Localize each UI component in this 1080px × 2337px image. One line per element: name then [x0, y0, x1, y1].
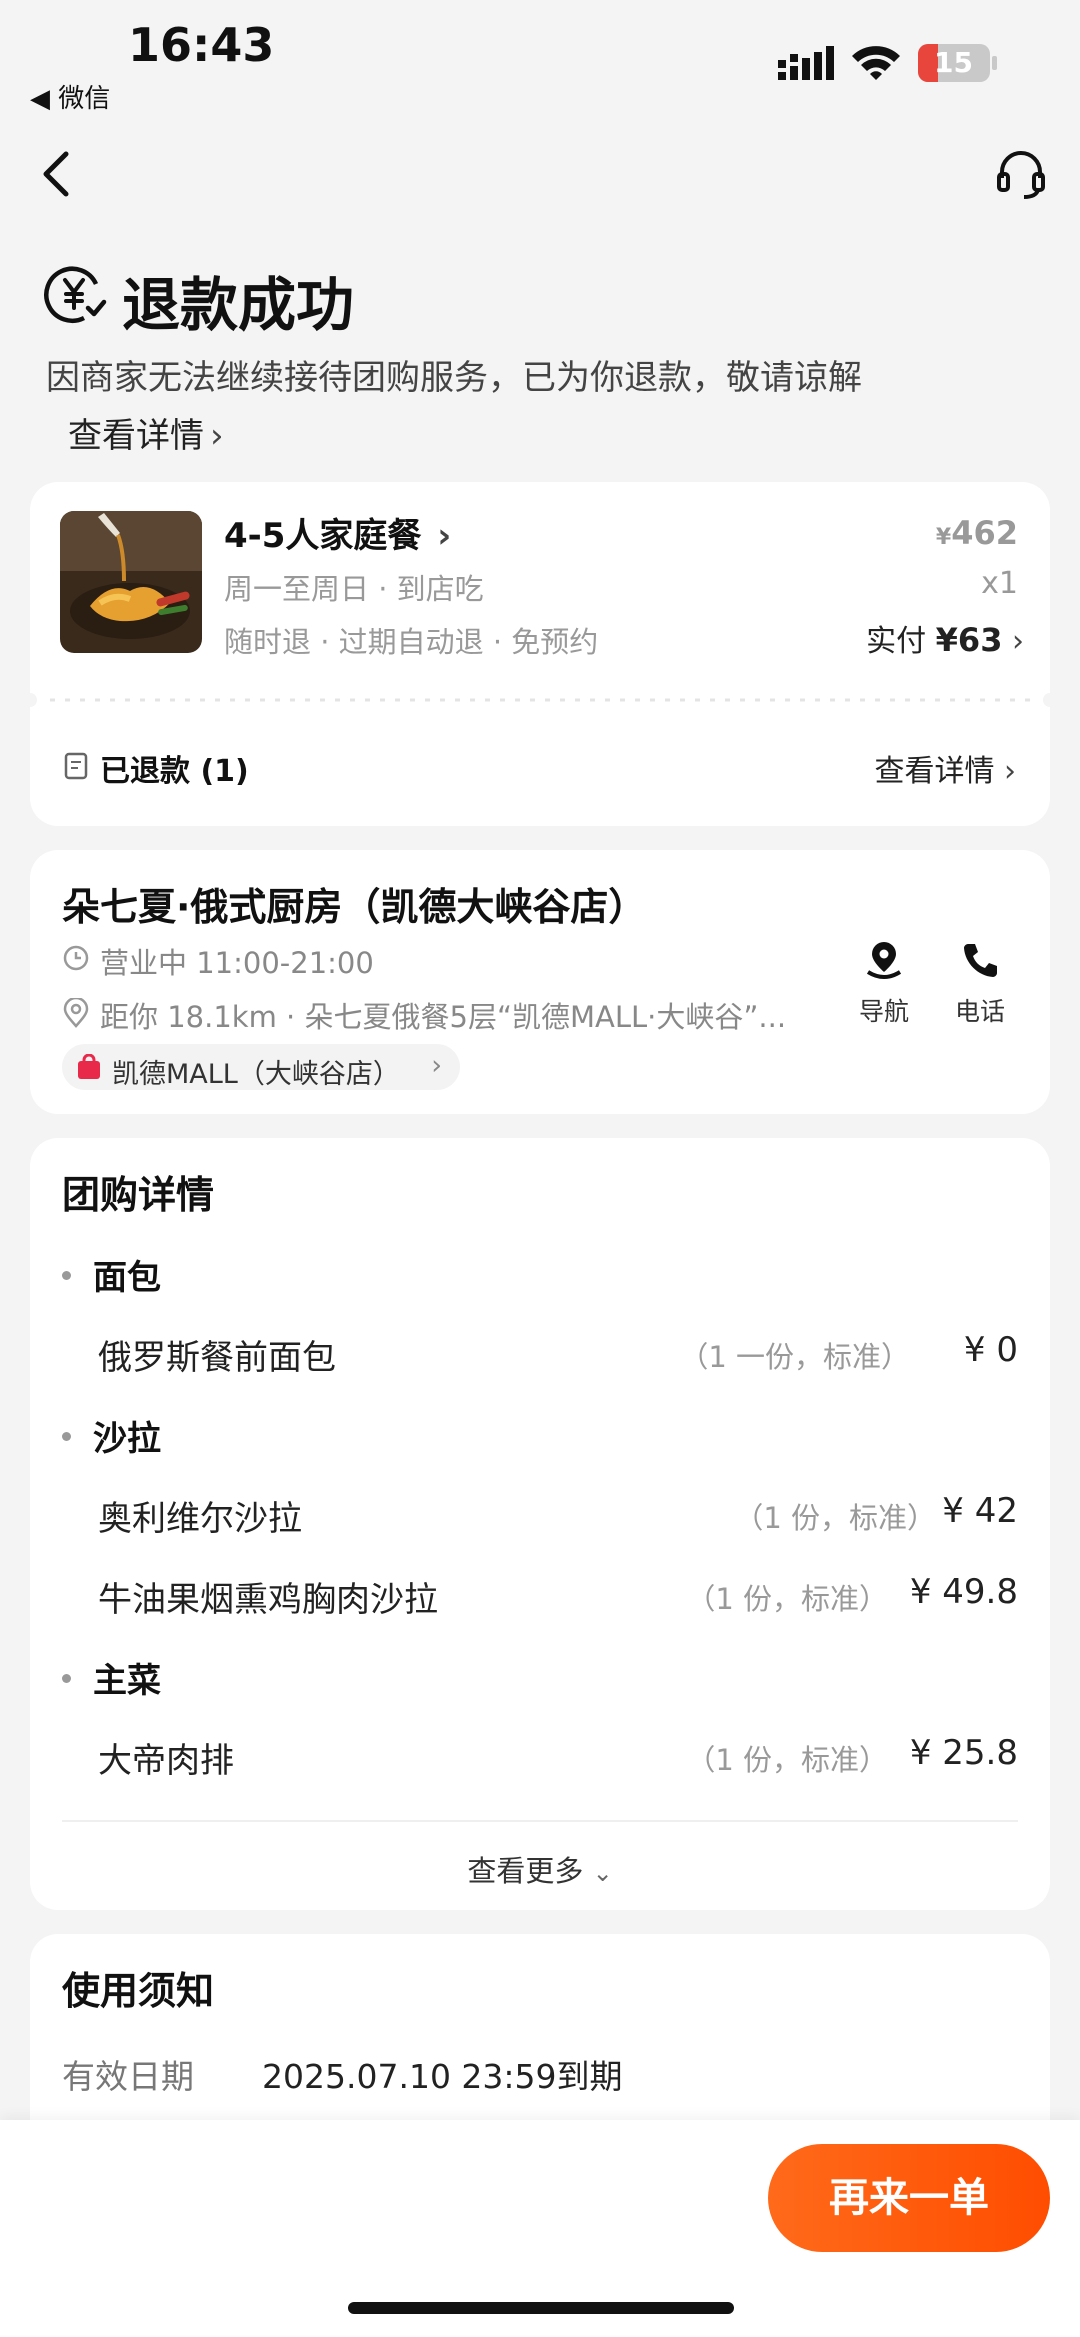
category-heading: 面包 — [62, 1250, 161, 1299]
refunded-count: 已退款 (1) — [100, 754, 249, 789]
item-price: ¥ 49.8 — [909, 1572, 1018, 1612]
mall-tag[interactable]: 凯德MALL（大峡谷店） › — [62, 1044, 460, 1090]
notice-title: 使用须知 — [62, 1969, 215, 2013]
item-name: 奥利维尔沙拉 — [98, 1499, 302, 1539]
clock-icon — [63, 945, 89, 971]
refund-description: 因商家无法继续接待团购服务，已为你退款，敬请谅解 — [46, 358, 862, 398]
battery-icon: 15 — [918, 44, 998, 82]
mall-name: 凯德MALL（大峡谷店） — [112, 1059, 400, 1090]
view-more-label: 查看更多 — [467, 1854, 584, 1888]
refund-detail-link[interactable]: 查看详情 › — [874, 746, 1016, 790]
item-spec: （1 份，标准） — [734, 1501, 936, 1535]
price-symbol: ¥ — [935, 525, 952, 550]
original-price: ¥462 — [936, 514, 1018, 552]
paid-amount[interactable]: 实付 ¥63 › — [866, 616, 1024, 660]
item-price: ¥ 25.8 — [909, 1733, 1018, 1773]
chevron-right-icon: › — [437, 516, 452, 556]
order-item-name[interactable]: 4-5人家庭餐 › — [224, 508, 451, 557]
wifi-icon — [852, 46, 900, 80]
navigation-icon — [866, 942, 902, 979]
item-spec: （1 一份，标准） — [679, 1340, 910, 1374]
bullet-icon — [62, 1271, 71, 1280]
back-arrow-icon[interactable] — [36, 148, 76, 200]
bullet-icon — [62, 1432, 71, 1441]
call-button[interactable]: 电话 — [948, 938, 1012, 1028]
valid-date-value: 2025.07.10 23:59到期 — [262, 2057, 623, 2096]
order-item-name-text: 4-5人家庭餐 — [224, 516, 422, 556]
shopping-bag-icon — [78, 1054, 100, 1079]
bullet-icon — [62, 1674, 71, 1683]
category-name: 主菜 — [93, 1661, 161, 1701]
navigation-button[interactable]: 导航 — [852, 938, 916, 1028]
order-time-info: 周一至周日 · 到店吃 — [224, 572, 484, 606]
category-name: 沙拉 — [93, 1419, 161, 1459]
category-heading: 主菜 — [62, 1653, 161, 1702]
view-more-button[interactable]: 查看更多 ⌄ — [0, 1848, 1080, 1890]
paid-label: 实付 — [866, 624, 927, 659]
order-quantity: x1 — [981, 566, 1018, 601]
chevron-right-icon: › — [210, 416, 224, 456]
chevron-down-icon: ⌄ — [592, 1859, 613, 1887]
view-detail-link[interactable]: 查看详情 › — [68, 408, 224, 457]
item-name: 大帝肉排 — [98, 1741, 234, 1781]
back-to-app-link[interactable]: ◀ 微信 — [30, 78, 110, 115]
navigation-label: 导航 — [858, 997, 909, 1026]
chevron-right-icon: › — [1004, 754, 1016, 789]
status-time: 16:43 — [128, 18, 275, 72]
item-spec: （1 份，标准） — [686, 1582, 888, 1616]
location-pin-icon — [63, 998, 89, 1028]
item-price: ¥ 0 — [963, 1330, 1018, 1370]
valid-date-label: 有效日期 — [62, 2057, 194, 2096]
phone-icon — [964, 944, 997, 977]
price-value: 462 — [951, 514, 1018, 552]
item-spec: （1 份，标准） — [686, 1743, 888, 1777]
item-name: 俄罗斯餐前面包 — [98, 1338, 336, 1378]
receipt-icon — [64, 752, 88, 780]
category-name: 面包 — [93, 1258, 161, 1298]
page-title: 退款成功 — [122, 271, 355, 339]
chevron-right-icon: › — [1012, 624, 1024, 659]
customer-service-icon[interactable] — [996, 148, 1046, 200]
dish-thumbnail[interactable] — [60, 511, 202, 653]
category-heading: 沙拉 — [62, 1411, 161, 1460]
refund-detail-label: 查看详情 — [874, 754, 995, 789]
divider — [62, 1820, 1018, 1822]
view-detail-label: 查看详情 — [68, 416, 204, 456]
deal-title: 团购详情 — [62, 1173, 215, 1217]
cellular-signal-icon — [778, 46, 834, 80]
item-name: 牛油果烟熏鸡胸肉沙拉 — [98, 1580, 438, 1620]
chevron-right-icon: › — [431, 1050, 442, 1081]
home-indicator[interactable] — [348, 2302, 734, 2314]
call-label: 电话 — [954, 997, 1005, 1026]
paid-value: ¥63 — [935, 621, 1003, 659]
store-name[interactable]: 朵七夏·俄式厨房（凯德大峡谷店） — [62, 876, 646, 931]
store-address[interactable]: 距你 18.1km · 朵七夏俄餐5层“凯德MALL·大峡谷”... — [100, 994, 786, 1036]
battery-level: 15 — [934, 46, 973, 79]
refund-yuan-icon — [44, 266, 107, 324]
item-price: ¥ 42 — [942, 1491, 1018, 1531]
store-hours: 营业中 11:00-21:00 — [100, 946, 374, 980]
ticket-divider — [30, 693, 1050, 707]
reorder-button[interactable]: 再来一单 — [768, 2144, 1050, 2252]
order-tags: 随时退 · 过期自动退 · 免预约 — [224, 625, 599, 659]
